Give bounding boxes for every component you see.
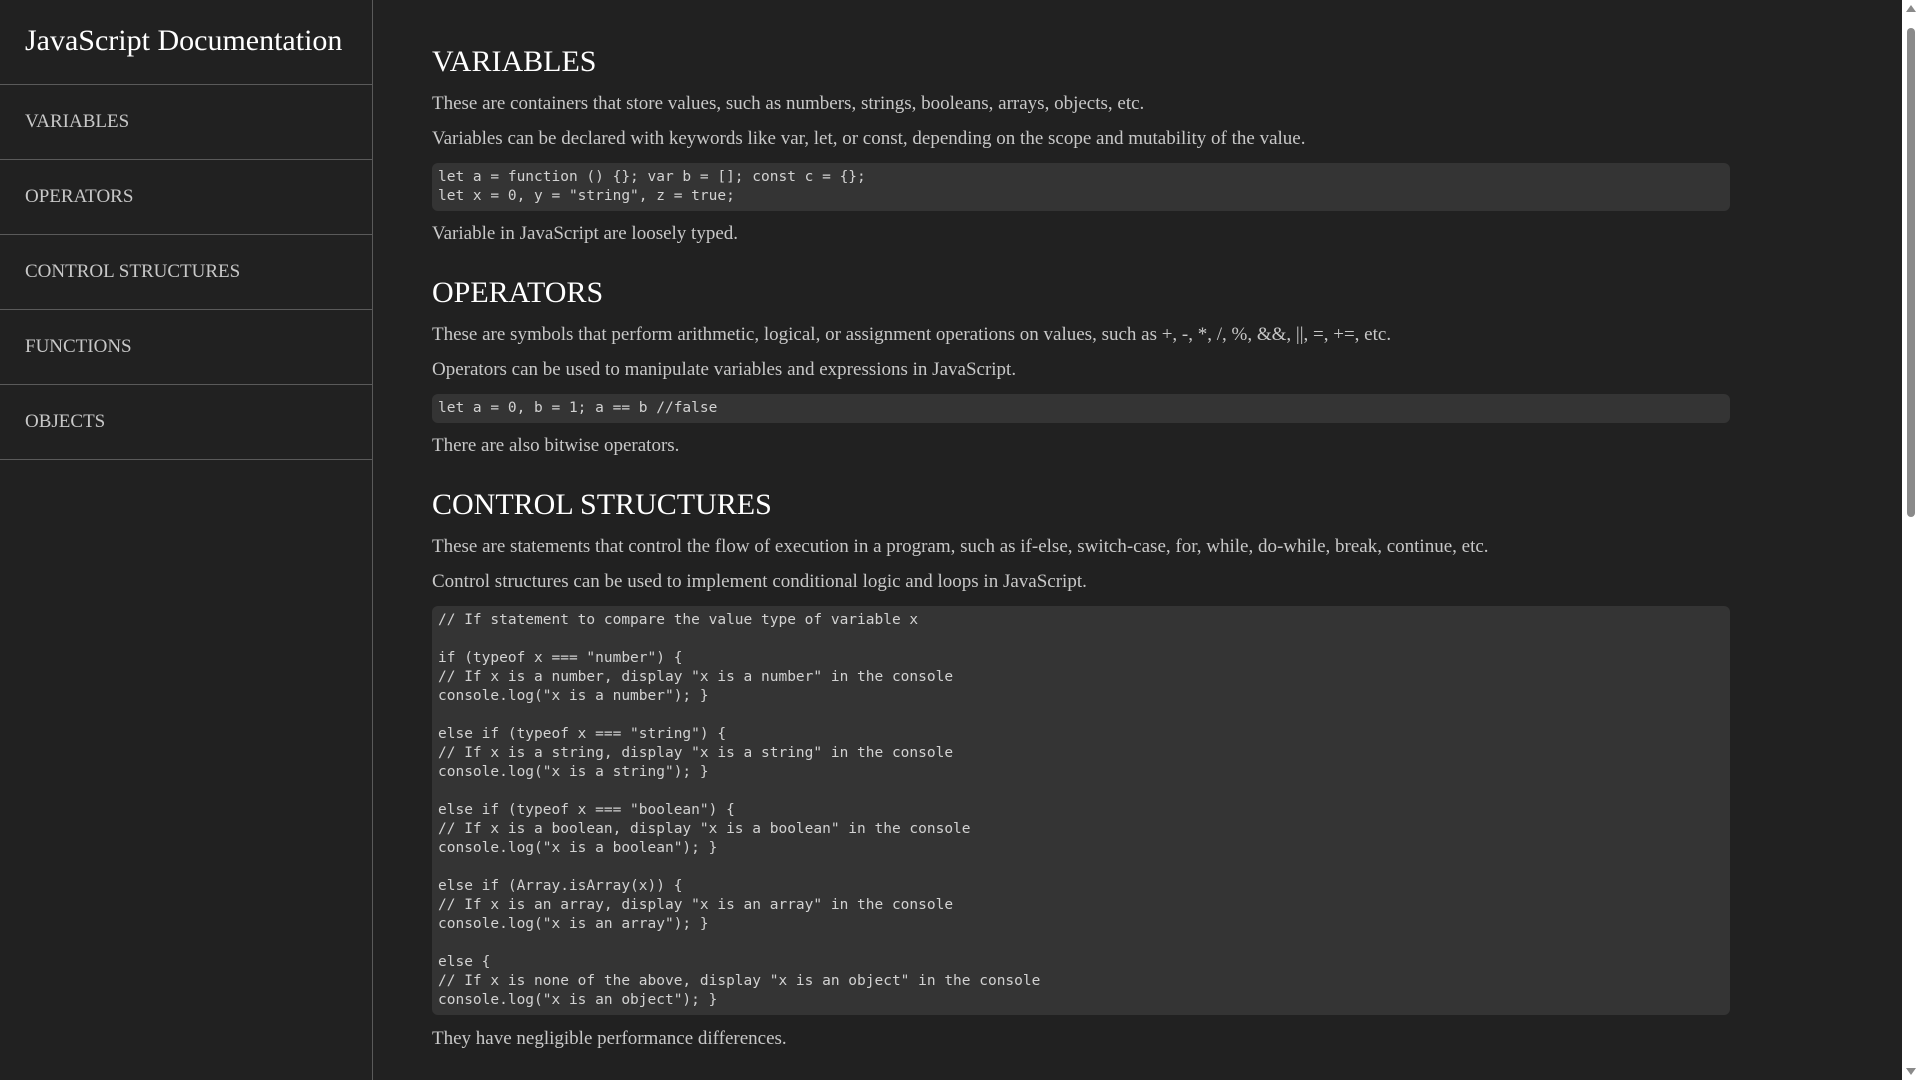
vertical-scrollbar[interactable] xyxy=(1902,0,1920,1080)
nav-link-functions[interactable]: FUNCTIONS xyxy=(0,310,372,385)
sidebar-title: JavaScript Documentation xyxy=(25,24,343,57)
section-title-operators: OPERATORS xyxy=(432,276,604,309)
scroll-down-arrow-icon[interactable] xyxy=(1906,1068,1916,1075)
control-code-block: // If statement to compare the value typ… xyxy=(432,606,1730,1015)
nav-link-operators[interactable]: OPERATORS xyxy=(0,160,372,235)
variables-paragraph-2: Variables can be declared with keywords … xyxy=(432,128,1306,149)
control-paragraph-2: Control structures can be used to implem… xyxy=(432,571,1087,592)
sidebar-header: JavaScript Documentation xyxy=(0,0,372,85)
main-content: VARIABLES These are containers that stor… xyxy=(374,0,1902,1080)
variables-code-block: let a = function () {}; var b = []; cons… xyxy=(432,163,1730,211)
nav-link-objects[interactable]: OBJECTS xyxy=(0,385,372,460)
operators-paragraph-1: These are symbols that perform arithmeti… xyxy=(432,324,1392,345)
operators-code-block: let a = 0, b = 1; a == b //false xyxy=(432,394,1730,423)
scroll-thumb[interactable] xyxy=(1907,28,1915,517)
nav-list: VARIABLES OPERATORS CONTROL STRUCTURES F… xyxy=(0,85,372,460)
variables-paragraph-1: These are containers that store values, … xyxy=(432,93,1145,114)
section-title-variables: VARIABLES xyxy=(432,45,597,78)
operators-paragraph-3: There are also bitwise operators. xyxy=(432,435,680,456)
nav-link-control-structures[interactable]: CONTROL STRUCTURES xyxy=(0,235,372,310)
operators-paragraph-2: Operators can be used to manipulate vari… xyxy=(432,359,1017,380)
nav-link-variables[interactable]: VARIABLES xyxy=(0,85,372,160)
variables-paragraph-3: Variable in JavaScript are loosely typed… xyxy=(432,223,739,244)
scroll-up-arrow-icon[interactable] xyxy=(1906,5,1916,12)
control-paragraph-3: They have negligible performance differe… xyxy=(432,1028,787,1049)
sidebar: JavaScript Documentation VARIABLES OPERA… xyxy=(0,0,373,1080)
control-paragraph-1: These are statements that control the fl… xyxy=(432,536,1489,557)
section-title-control-structures: CONTROL STRUCTURES xyxy=(432,488,772,521)
